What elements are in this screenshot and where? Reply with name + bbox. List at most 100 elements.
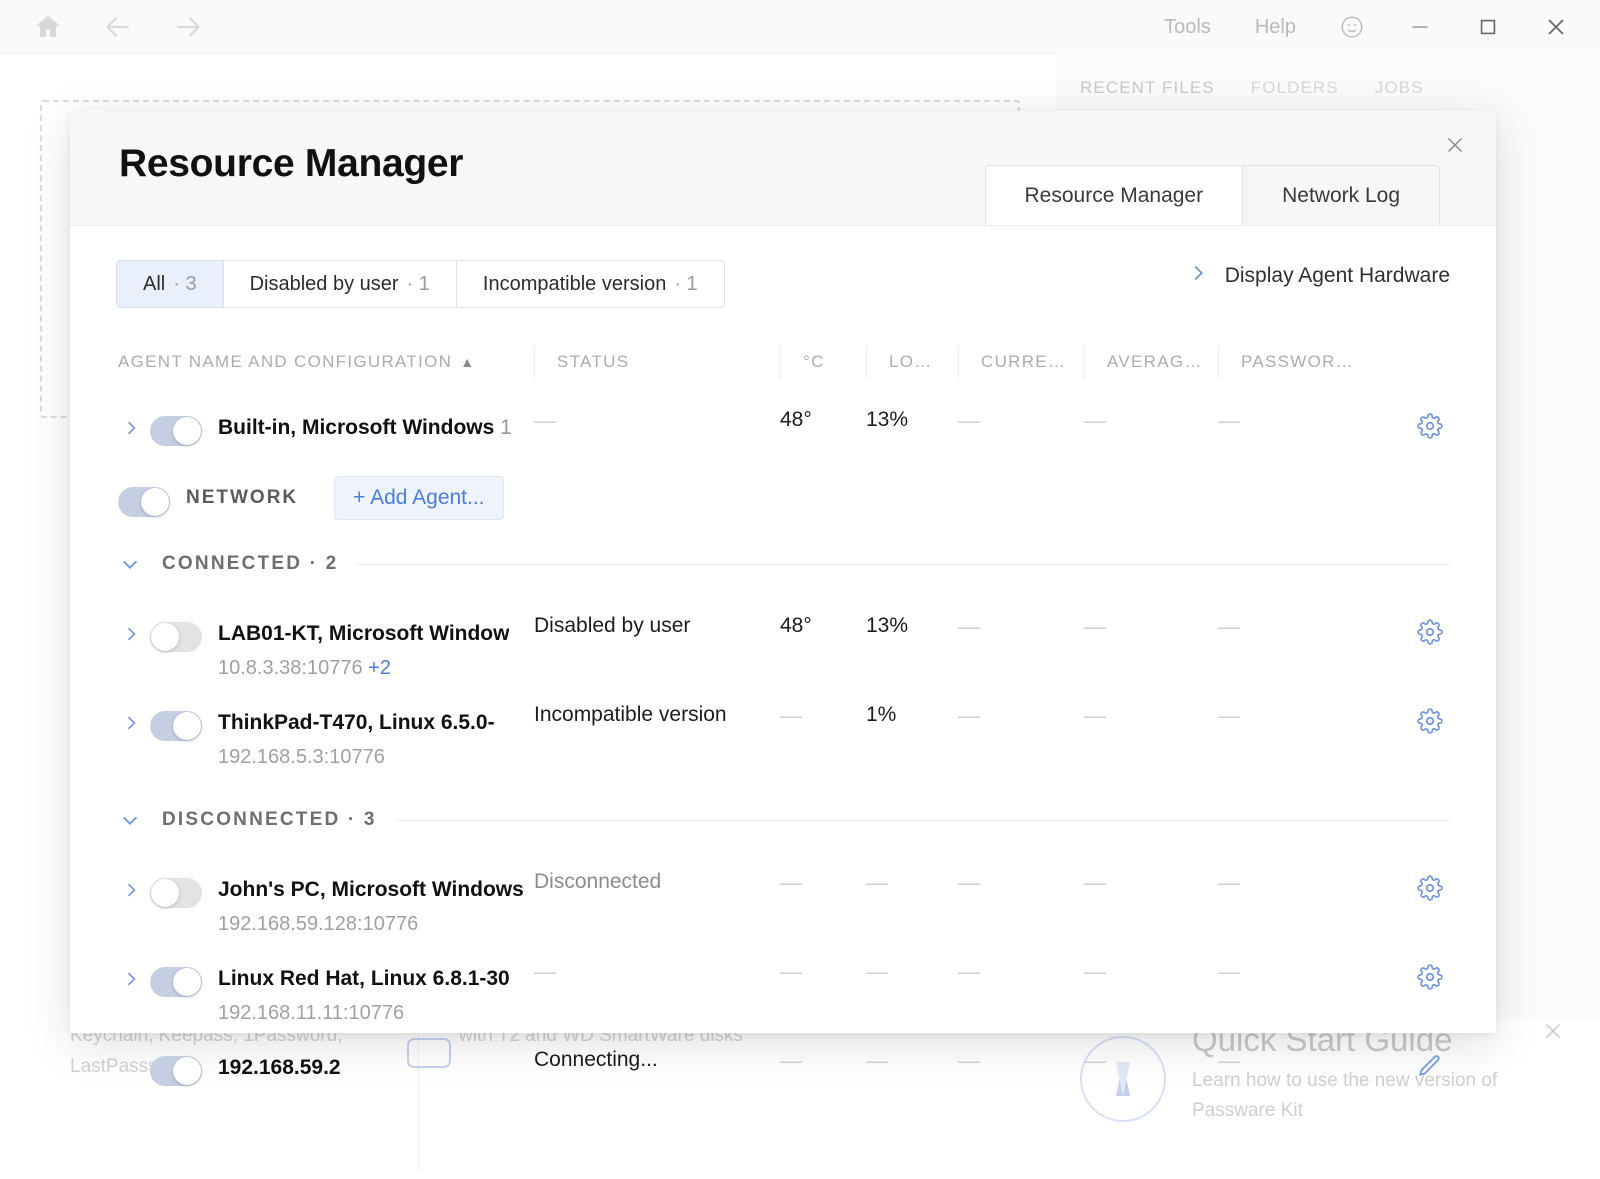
maximize-icon[interactable] <box>1454 0 1522 54</box>
agent-version: 1 <box>500 416 512 439</box>
agent-passwords: — <box>1218 870 1240 895</box>
dialog-tabs: Resource Manager Network Log <box>984 165 1440 225</box>
agent-passwords: — <box>1218 703 1240 728</box>
smiley-face-icon[interactable] <box>1318 0 1386 54</box>
agent-temperature: — <box>780 870 802 895</box>
column-label: AGENT NAME AND CONFIGURATION <box>118 352 453 371</box>
agent-status: Incompatible version <box>534 703 727 726</box>
group-divider <box>394 819 1450 821</box>
expand-chevron-icon[interactable] <box>116 870 146 900</box>
quick-start-close-icon[interactable] <box>1540 1018 1566 1049</box>
group-title: CONNECTED · 2 <box>162 553 339 574</box>
pencil-icon[interactable] <box>1410 1046 1450 1086</box>
dialog-body: All · 3 Disabled by user · 1 Incompatibl… <box>70 226 1496 1086</box>
menu-tools[interactable]: Tools <box>1142 0 1233 54</box>
gear-icon[interactable] <box>1410 612 1450 652</box>
agent-name-cell: 192.168.59.2 <box>116 1040 534 1086</box>
expand-chevron-icon[interactable] <box>116 614 146 644</box>
filter-incompatible-version[interactable]: Incompatible version · 1 <box>455 260 725 308</box>
agent-average: — <box>1084 614 1106 639</box>
table-row[interactable]: Built-in, Microsoft Windows 1 — 48° 13% … <box>116 388 1450 458</box>
back-arrow-icon[interactable] <box>98 7 138 47</box>
dialog-header: Resource Manager Resource Manager Networ… <box>70 111 1496 226</box>
group-header-connected[interactable]: CONNECTED · 2 <box>116 534 1450 594</box>
gear-icon[interactable] <box>1410 868 1450 908</box>
column-header-temperature[interactable]: °C <box>780 345 866 379</box>
display-agent-hardware-label: Display Agent Hardware <box>1224 264 1450 287</box>
agent-temperature: — <box>780 1048 802 1073</box>
column-header-passwords[interactable]: PASSWOR… <box>1218 345 1404 379</box>
tab-resource-manager[interactable]: Resource Manager <box>984 165 1244 225</box>
expand-chevron-icon[interactable] <box>116 959 146 989</box>
agent-enable-toggle[interactable] <box>150 1056 202 1086</box>
tab-folders[interactable]: FOLDERS <box>1251 78 1339 98</box>
agent-enable-toggle[interactable] <box>150 967 202 997</box>
resource-manager-dialog: Resource Manager Resource Manager Networ… <box>70 111 1496 1086</box>
filter-disabled-by-user[interactable]: Disabled by user · 1 <box>222 260 457 308</box>
tab-jobs[interactable]: JOBS <box>1375 78 1424 98</box>
column-header-load[interactable]: LO… <box>866 345 958 379</box>
table-row[interactable]: 192.168.59.2 Connecting... — — — — — <box>116 1028 1450 1098</box>
close-icon[interactable] <box>1522 0 1590 54</box>
agent-temperature: — <box>780 959 802 984</box>
agent-passwords: — <box>1218 1048 1240 1073</box>
tab-network-log[interactable]: Network Log <box>1242 165 1440 225</box>
network-enable-toggle[interactable] <box>118 487 170 517</box>
dialog-close-icon[interactable] <box>1438 128 1472 162</box>
add-agent-button[interactable]: + Add Agent... <box>334 476 504 520</box>
table-row[interactable]: John's PC, Microsoft Windows 192.168.59.… <box>116 850 1450 939</box>
agent-name-label: Built-in, Microsoft Windows 1 <box>218 416 512 439</box>
agent-temperature: 48° <box>780 408 812 431</box>
agent-name-cell: LAB01-KT, Microsoft Window 10.8.3.38:107… <box>116 606 534 683</box>
expand-chevron-icon[interactable] <box>116 408 146 438</box>
table-row[interactable]: LAB01-KT, Microsoft Window 10.8.3.38:107… <box>116 594 1450 683</box>
chevron-right-icon <box>1187 262 1209 290</box>
forward-arrow-icon[interactable] <box>168 7 208 47</box>
display-agent-hardware-toggle[interactable]: Display Agent Hardware <box>1187 262 1450 290</box>
agent-load: 13% <box>866 614 909 637</box>
chevron-down-icon[interactable] <box>116 809 144 831</box>
group-title: DISCONNECTED · 3 <box>162 809 377 830</box>
agent-status: — <box>534 408 556 433</box>
table-header: AGENT NAME AND CONFIGURATION ▲ STATUS °C… <box>116 336 1450 388</box>
agent-enable-toggle[interactable] <box>150 878 202 908</box>
column-header-agent-name[interactable]: AGENT NAME AND CONFIGURATION ▲ <box>116 345 534 379</box>
agent-name-label: Linux Red Hat, Linux 6.8.1-30 <box>218 967 510 990</box>
menu-help[interactable]: Help <box>1233 0 1318 54</box>
gear-icon[interactable] <box>1410 701 1450 741</box>
agent-current: — <box>958 1048 980 1073</box>
table-row[interactable]: Linux Red Hat, Linux 6.8.1-30 192.168.11… <box>116 939 1450 1028</box>
agent-enable-toggle[interactable] <box>150 711 202 741</box>
agent-load: 1% <box>866 703 897 726</box>
agent-load: 13% <box>866 408 909 431</box>
agent-current: — <box>958 959 980 984</box>
window-titlebar: Tools Help <box>0 0 1600 54</box>
agent-name-cell: Built-in, Microsoft Windows 1 <box>116 400 534 446</box>
minimize-icon[interactable] <box>1386 0 1454 54</box>
agent-enable-toggle[interactable] <box>150 622 202 652</box>
filter-incompatible-label: Incompatible version <box>482 272 667 295</box>
agent-extra-addresses: +2 <box>368 657 391 679</box>
filter-all[interactable]: All · 3 <box>116 260 224 308</box>
agent-enable-toggle[interactable] <box>150 416 202 446</box>
network-section-row: NETWORK + Add Agent... <box>116 462 1450 534</box>
table-row[interactable]: ThinkPad-T470, Linux 6.5.0- 192.168.5.3:… <box>116 683 1450 772</box>
agent-passwords: — <box>1218 614 1240 639</box>
column-header-current[interactable]: CURRE… <box>958 345 1084 379</box>
agent-temperature: 48° <box>780 614 812 637</box>
gear-icon[interactable] <box>1410 406 1450 446</box>
expand-chevron-icon[interactable] <box>116 703 146 733</box>
column-header-average[interactable]: AVERAG… <box>1084 345 1218 379</box>
group-header-disconnected[interactable]: DISCONNECTED · 3 <box>116 790 1450 850</box>
filter-all-count: · 3 <box>173 272 197 295</box>
agent-name-label: ThinkPad-T470, Linux 6.5.0- <box>218 711 495 734</box>
gear-icon[interactable] <box>1410 957 1450 997</box>
column-header-status[interactable]: STATUS <box>534 345 780 379</box>
home-icon[interactable] <box>28 7 68 47</box>
tab-recent-files[interactable]: RECENT FILES <box>1080 78 1215 98</box>
agent-address: 10.8.3.38:10776 +2 <box>218 657 391 679</box>
agent-name-label: John's PC, Microsoft Windows <box>218 878 524 901</box>
agent-address: 192.168.59.128:10776 <box>218 913 419 935</box>
agent-name-label: 192.168.59.2 <box>218 1056 341 1079</box>
chevron-down-icon[interactable] <box>116 553 144 575</box>
